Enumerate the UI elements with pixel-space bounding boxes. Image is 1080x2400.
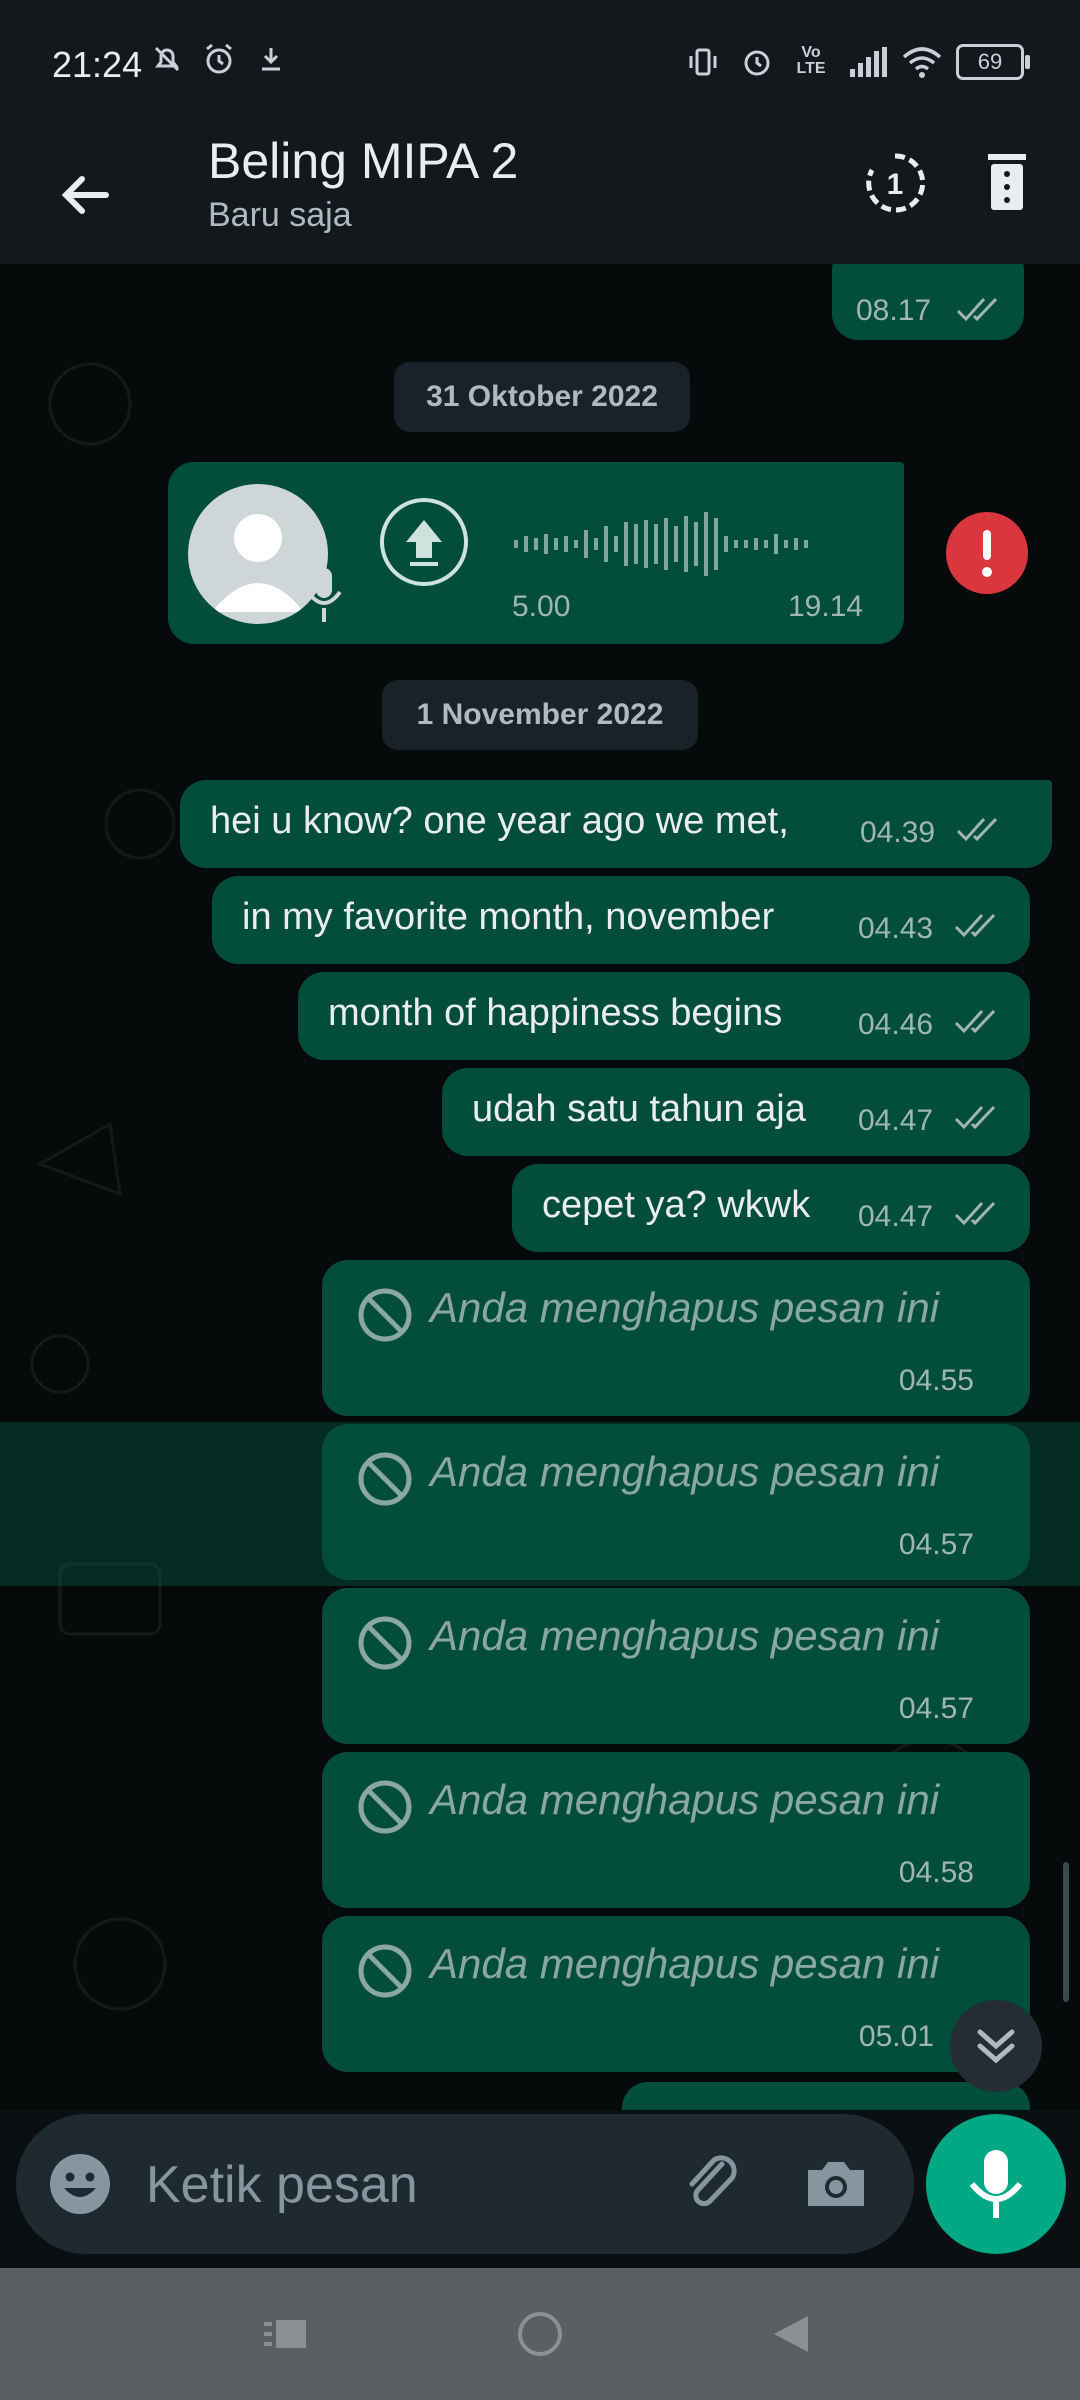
alarm-icon	[202, 42, 236, 76]
message-input[interactable]	[144, 2142, 668, 2228]
message-text: cepet ya? wkwk	[542, 1184, 811, 1226]
date-label: 1 November 2022	[416, 698, 664, 731]
prohibited-icon	[358, 1780, 412, 1834]
volte-icon: Vo LTE	[796, 44, 826, 77]
message-time: 05.01	[858, 2020, 934, 2053]
upload-button[interactable]	[380, 498, 468, 586]
delete-button[interactable]	[982, 150, 1032, 216]
message-time: 04.39	[860, 816, 936, 849]
timer-icon: 1	[866, 153, 926, 213]
send-failed-button[interactable]	[946, 512, 1028, 594]
prohibited-icon	[358, 1616, 412, 1670]
message-time: 04.47	[858, 1104, 934, 1137]
double-chevron-down-icon	[977, 2029, 1015, 2064]
deleted-message-bubble[interactable]: Anda menghapus pesan ini 04.55	[322, 1260, 1030, 1416]
message-time: 04.57	[898, 1692, 974, 1725]
chat-title[interactable]: Beling MIPA 2	[208, 132, 518, 190]
emoji-button[interactable]	[46, 2150, 114, 2218]
deleted-message-bubble[interactable]: Anda menghapus pesan ini 05.01	[322, 1916, 1030, 2072]
date-divider: 31 Oktober 2022	[394, 362, 690, 432]
prohibited-icon	[358, 1944, 412, 1998]
back-triangle-icon	[774, 2316, 808, 2352]
trash-icon	[988, 154, 1026, 210]
attach-button[interactable]	[676, 2146, 748, 2218]
home-button[interactable]	[510, 2308, 570, 2360]
chat-header: Beling MIPA 2 Baru saja 1	[0, 130, 1080, 264]
deleted-message-bubble[interactable]: Anda menghapus pesan ini 04.57	[322, 1588, 1030, 1744]
wifi-icon	[902, 45, 942, 79]
scrollbar[interactable]	[1063, 1862, 1069, 2002]
camera-icon	[808, 2162, 864, 2206]
prohibited-icon	[358, 1452, 412, 1506]
double-check-icon	[954, 1009, 996, 1034]
message-time: 04.43	[858, 912, 934, 945]
message-time: 04.55	[898, 1364, 974, 1397]
deleted-message-bubble[interactable]: Anda menghapus pesan ini 04.58	[322, 1752, 1030, 1908]
svg-text:1: 1	[887, 168, 904, 201]
double-check-icon	[954, 1201, 996, 1226]
message-bubble[interactable]: udah satu tahun aja 04.47	[442, 1068, 1030, 1156]
message-bubble[interactable]: month of happiness begins 04.46	[298, 972, 1030, 1060]
status-time: 21:24	[52, 44, 143, 85]
system-nav-bar	[0, 2268, 1080, 2400]
message-time: 19.14	[788, 590, 864, 623]
message-time: 04.46	[858, 1008, 934, 1041]
upload-arrow-icon	[406, 520, 442, 566]
voice-record-button[interactable]	[926, 2114, 1066, 2254]
chat-subtitle: Baru saja	[208, 196, 352, 234]
signal-icon	[848, 45, 887, 79]
message-time: 04.58	[898, 1856, 974, 1889]
download-icon	[254, 42, 288, 76]
message-bubble[interactable]: cepet ya? wkwk 04.47	[512, 1164, 1030, 1252]
double-check-icon	[956, 297, 998, 322]
message-time: 08.17	[856, 294, 932, 327]
double-check-icon	[954, 1105, 996, 1130]
mic-badge-icon	[306, 568, 342, 622]
disappearing-timer-button[interactable]: 1	[862, 150, 928, 216]
voice-message-bubble[interactable]: 5.00 19.14	[168, 462, 904, 644]
voice-duration: 5.00	[512, 590, 571, 623]
message-time: 04.47	[858, 1200, 934, 1233]
deleted-message-bubble[interactable]: Anda menghapus pesan ini 04.57	[322, 1424, 1030, 1580]
chat-area[interactable]: 08.17 31 Oktober 2022 5.00 19.14 1 Novem…	[0, 264, 1080, 2110]
back-arrow-icon	[61, 176, 109, 214]
message-text: month of happiness begins	[328, 992, 783, 1034]
camera-button[interactable]	[802, 2150, 870, 2218]
message-time: 04.57	[898, 1528, 974, 1561]
muted-notification-icon	[150, 42, 184, 76]
alarm-icon	[740, 45, 774, 79]
date-divider: 1 November 2022	[382, 680, 698, 750]
deleted-message-text: Anda menghapus pesan ini	[430, 1448, 940, 1495]
message-bubble[interactable]: in my favorite month, november 04.43	[212, 876, 1030, 964]
emoji-icon	[50, 2154, 110, 2214]
deleted-message-text: Anda menghapus pesan ini	[430, 1776, 940, 1823]
message-composer	[16, 2114, 914, 2254]
message-text: in my favorite month, november	[242, 896, 775, 938]
deleted-message-text: Anda menghapus pesan ini	[430, 1940, 940, 1987]
scroll-to-bottom-button[interactable]	[950, 2000, 1042, 2092]
deleted-message-text: Anda menghapus pesan ini	[430, 1612, 940, 1659]
error-exclamation-icon	[982, 530, 992, 577]
status-bar: 21:24 Vo LTE 69	[0, 0, 1080, 130]
home-icon	[518, 2312, 562, 2356]
waveform[interactable]	[514, 506, 854, 582]
prohibited-icon	[358, 1288, 412, 1342]
double-check-icon	[954, 913, 996, 938]
recents-icon	[264, 2320, 306, 2348]
deleted-message-text: Anda menghapus pesan ini	[430, 1284, 940, 1331]
vibrate-icon	[686, 45, 720, 79]
paperclip-icon	[689, 2155, 737, 2207]
message-bubble[interactable]: 08.17	[832, 264, 1024, 340]
message-text: udah satu tahun aja	[472, 1088, 806, 1130]
message-text: hei u know? one year ago we met,	[210, 800, 789, 842]
battery-icon: 69	[956, 44, 1030, 80]
back-nav-button[interactable]	[762, 2308, 822, 2360]
message-bubble[interactable]: hei u know? one year ago we met, 04.39	[180, 780, 1052, 868]
recent-apps-button[interactable]	[258, 2308, 318, 2360]
microphone-icon	[969, 2150, 1023, 2218]
date-label: 31 Oktober 2022	[426, 380, 658, 413]
back-button[interactable]	[52, 160, 122, 230]
double-check-icon	[956, 817, 998, 842]
